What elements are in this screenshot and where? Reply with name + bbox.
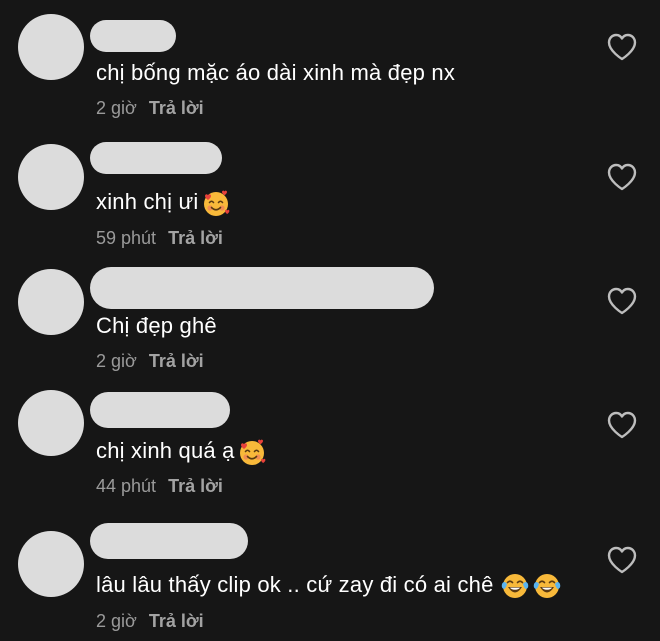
comment-meta: 59 phút Trả lời bbox=[96, 227, 223, 249]
username-redacted[interactable] bbox=[90, 392, 230, 428]
avatar[interactable] bbox=[18, 390, 84, 456]
username-redacted[interactable] bbox=[90, 20, 176, 52]
heart-outline-icon[interactable] bbox=[606, 410, 638, 440]
username-redacted[interactable] bbox=[90, 142, 222, 174]
tears-of-joy-emoji bbox=[533, 574, 560, 599]
comment-item: lâu lâu thấy clip ok .. cứ zay đi có ai … bbox=[0, 515, 660, 635]
comment-meta: 2 giờ Trả lời bbox=[96, 97, 204, 119]
comment-meta: 44 phút Trả lời bbox=[96, 475, 223, 497]
avatar[interactable] bbox=[18, 269, 84, 335]
comment-text-content: chị bống mặc áo dài xinh mà đẹp nx bbox=[96, 60, 456, 85]
comment-time: 2 giờ bbox=[96, 351, 137, 371]
comment-item: xinh chị ưi 59 phút Trả lời bbox=[0, 130, 660, 250]
comment-text: chị bống mặc áo dài xinh mà đẹp nx bbox=[96, 59, 455, 87]
reply-button[interactable]: Trả lời bbox=[149, 611, 204, 631]
comment-text: lâu lâu thấy clip ok .. cứ zay đi có ai … bbox=[96, 571, 562, 601]
reply-button[interactable]: Trả lời bbox=[149, 351, 204, 371]
reply-button[interactable]: Trả lời bbox=[168, 476, 223, 496]
heart-outline-icon[interactable] bbox=[606, 32, 638, 62]
tears-of-joy-emoji bbox=[501, 574, 528, 599]
avatar[interactable] bbox=[18, 144, 84, 210]
comment-item: chị bống mặc áo dài xinh mà đẹp nx 2 giờ… bbox=[0, 0, 660, 120]
username-redacted[interactable] bbox=[90, 523, 248, 559]
comment-item: chị xinh quá ạ 44 phút Trả lời bbox=[0, 378, 660, 498]
comment-text: chị xinh quá ạ bbox=[96, 437, 267, 467]
comment-time: 2 giờ bbox=[96, 611, 137, 631]
comment-list: chị bống mặc áo dài xinh mà đẹp nx 2 giờ… bbox=[0, 0, 660, 641]
comment-meta: 2 giờ Trả lời bbox=[96, 350, 204, 372]
comment-text-content: lâu lâu thấy clip ok .. cứ zay đi có ai … bbox=[96, 572, 494, 597]
reply-button[interactable]: Trả lời bbox=[149, 98, 204, 118]
heart-outline-icon[interactable] bbox=[606, 545, 638, 575]
heart-outline-icon[interactable] bbox=[606, 286, 638, 316]
comment-time: 2 giờ bbox=[96, 98, 137, 118]
comment-meta: 2 giờ Trả lời bbox=[96, 610, 204, 632]
comment-time: 59 phút bbox=[96, 228, 157, 248]
comment-text: xinh chị ưi bbox=[96, 188, 231, 218]
heart-outline-icon[interactable] bbox=[606, 162, 638, 192]
comment-text: Chị đẹp ghê bbox=[96, 312, 217, 340]
comment-item: Chị đẹp ghê 2 giờ Trả lời bbox=[0, 255, 660, 375]
avatar[interactable] bbox=[18, 531, 84, 597]
username-redacted[interactable] bbox=[90, 267, 434, 309]
comment-time: 44 phút bbox=[96, 476, 157, 496]
comment-text-content: Chị đẹp ghê bbox=[96, 313, 217, 338]
smiling-face-with-hearts-emoji bbox=[239, 439, 265, 466]
smiling-face-with-hearts-emoji bbox=[203, 190, 229, 217]
comment-text-content: chị xinh quá ạ bbox=[96, 438, 235, 463]
avatar[interactable] bbox=[18, 14, 84, 80]
reply-button[interactable]: Trả lời bbox=[168, 228, 223, 248]
comment-text-content: xinh chị ưi bbox=[96, 189, 199, 214]
